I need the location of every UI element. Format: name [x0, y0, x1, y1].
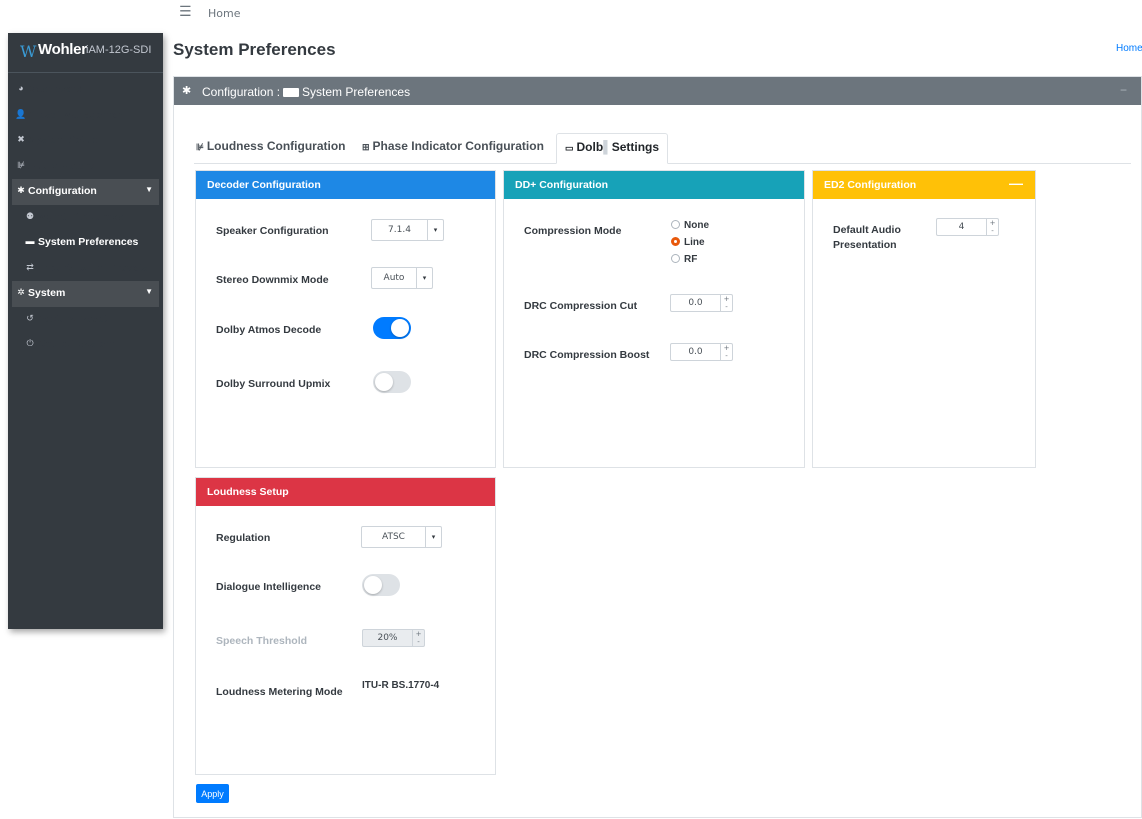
decoder-configuration-panel: Decoder Configuration Speaker Configurat… [195, 170, 496, 468]
drc-compression-cut-input[interactable]: 0.0 + - [670, 294, 733, 312]
sidebar-item-import-export[interactable]: ⇄ Import/Export Presets [8, 256, 163, 282]
card-header: ✱ Configuration : System Preferences − [174, 77, 1141, 105]
stereo-downmix-select[interactable]: Auto ▾ [371, 267, 433, 289]
default-audio-presentation-label: Default Audio [833, 224, 901, 236]
user-cog-icon: 👤 [15, 108, 27, 119]
compression-mode-rf-radio[interactable]: RF [671, 254, 697, 265]
speech-threshold-label: Speech Threshold [216, 635, 308, 647]
hamburger-icon[interactable]: ☰ [179, 4, 192, 20]
default-audio-presentation-label-2: Presentation [833, 239, 897, 251]
loudness-metering-mode-label: Loudness Metering Mode [216, 686, 343, 698]
power-icon: ⏻ [26, 338, 34, 348]
undo-icon: ↺ [26, 312, 34, 323]
tachometer-icon: ◕ [18, 83, 24, 93]
loudness-panel-header: Loudness Setup [196, 478, 495, 506]
regulation-label: Regulation [216, 532, 271, 544]
sidebar-item-mgmt-ip[interactable]: ⚉ Mgmt IP Address [8, 205, 163, 231]
speaker-configuration-label: Speaker Configuration [216, 225, 329, 237]
top-home-link[interactable]: Home [208, 7, 240, 20]
dialogue-intelligence-toggle[interactable] [362, 574, 400, 596]
wohler-logo-icon: W [20, 42, 37, 61]
tab-loudness-configuration[interactable]: ⊯ Loudness Configuration [196, 139, 346, 153]
dolby-surround-upmix-toggle[interactable] [373, 371, 411, 393]
stepper-icon[interactable]: + - [412, 630, 424, 646]
loudness-setup-panel: Loudness Setup Regulation ATSC ▾ Dialogue… [195, 477, 496, 775]
compression-mode-label: Compression Mode [524, 225, 622, 237]
network-icon: ⚉ [25, 210, 35, 221]
dolby-atmos-decode-toggle[interactable] [373, 317, 411, 339]
brand-logo-text: Wohler [38, 41, 87, 58]
sidebar-item-system[interactable]: ✲ System ▼ [12, 281, 159, 307]
keyboard-icon: ▬ [25, 236, 35, 246]
default-audio-presentation-input[interactable]: 4 + - [936, 218, 999, 236]
drc-compression-boost-input[interactable]: 0.0 + - [670, 343, 733, 361]
drc-compression-cut-label: DRC Compression Cut [524, 300, 638, 312]
tools-icon: ✖ [17, 134, 25, 144]
stepper-icon[interactable]: + - [720, 295, 732, 311]
dialogue-intelligence-label: Dialogue Intelligence [216, 581, 322, 593]
configuration-card: ✱ Configuration : System Preferences − ⊯ L… [173, 76, 1142, 818]
card-title: Configuration : System Preferences [202, 85, 411, 99]
dropdown-arrow-icon: ▾ [427, 220, 443, 240]
gears-icon: ✲ [17, 287, 25, 297]
page-title: System Preferences [173, 40, 336, 59]
keyboard-icon [283, 88, 300, 98]
tab-dolby-settings[interactable]: ▭ Dolb▌Settings [556, 133, 669, 164]
dropdown-arrow-icon: ▾ [425, 527, 441, 547]
loudness-metering-mode-value: ITU-R BS.1770-4 [362, 680, 440, 691]
dropdown-arrow-icon: ▾ [416, 268, 432, 288]
regulation-select[interactable]: ATSC ▾ [361, 526, 442, 548]
gear-icon: ✱ [182, 85, 192, 97]
sidebar-item-system-setup[interactable]: ✖ System Setup [8, 128, 163, 154]
ed2-panel-header: ED2 Configuration — [813, 171, 1035, 199]
dolby-atmos-decode-label: Dolby Atmos Decode [216, 324, 322, 336]
sidebar-item-reboot-system[interactable]: ⏻ Reboot System [8, 332, 163, 358]
compression-mode-none-radio[interactable]: None [671, 220, 709, 231]
sidebar: W Wohler iAM-12G-SDI ◕ Dashboard 👤 Prese… [8, 33, 163, 629]
minimize-button[interactable]: — [1009, 175, 1023, 191]
tab-bar: ⊯ Loudness Configuration ⊞ Phase Indicator… [194, 133, 1131, 164]
chart-icon: ⊯ [17, 159, 25, 170]
collapse-button[interactable]: − [1120, 83, 1127, 97]
tab-phase-indicator-configuration[interactable]: ⊞ Phase Indicator Configuration [362, 139, 544, 153]
exchange-icon: ⇄ [26, 261, 34, 272]
decoder-panel-header: Decoder Configuration [196, 171, 495, 199]
speaker-configuration-select[interactable]: 7.1.4 ▾ [371, 219, 444, 241]
ed2-configuration-panel: ED2 Configuration — Default Audio Presen… [812, 170, 1036, 468]
sidebar-item-factory-reset[interactable]: ↺ Factory Reset [8, 307, 163, 333]
drc-compression-boost-label: DRC Compression Boost [524, 349, 650, 361]
sidebar-item-preset-management[interactable]: 👤 Preset Management [8, 103, 163, 129]
brand-model: iAM-12G-SDI [86, 44, 152, 56]
apply-button[interactable]: Apply [196, 784, 229, 803]
speech-threshold-input[interactable]: 20% + - [362, 629, 425, 647]
sidebar-item-configuration[interactable]: ✱ Configuration ▼ [12, 179, 159, 205]
ddplus-panel-header: DD+ Configuration [504, 171, 804, 199]
brand[interactable]: W Wohler iAM-12G-SDI [8, 33, 163, 73]
compression-mode-line-radio[interactable]: Line [671, 237, 705, 248]
chevron-down-icon: ▼ [145, 185, 153, 194]
stereo-downmix-label: Stereo Downmix Mode [216, 274, 329, 286]
sidebar-item-audio-meters[interactable]: ⊯ Audio Meters [8, 154, 163, 180]
chart-icon: ⊯ [196, 142, 204, 152]
sidebar-item-system-preferences[interactable]: ▬ System Preferences [8, 230, 163, 256]
sidebar-item-dashboard[interactable]: ◕ Dashboard [8, 77, 163, 103]
chevron-down-icon: ▼ [145, 287, 153, 296]
breadcrumb-home[interactable]: Home [1116, 43, 1142, 54]
stepper-icon[interactable]: + - [986, 219, 998, 235]
stepper-icon[interactable]: + - [720, 344, 732, 360]
dolby-surround-upmix-label: Dolby Surround Upmix [216, 378, 331, 390]
grid-icon: ⊞ [362, 142, 370, 152]
top-navbar: ☰ Home [163, 0, 1142, 28]
ddplus-configuration-panel: DD+ Configuration Compression Mode None … [503, 170, 805, 468]
keyboard-icon: ▭ [565, 143, 574, 153]
gear-icon: ✱ [17, 185, 25, 195]
